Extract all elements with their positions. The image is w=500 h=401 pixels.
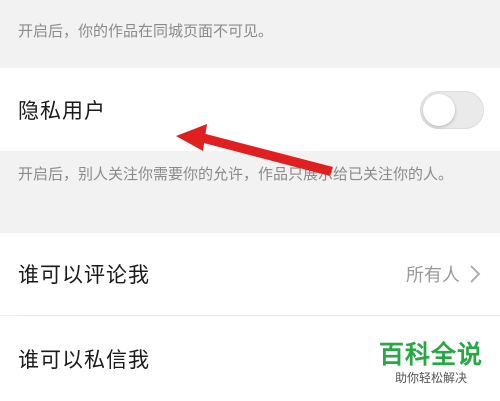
watermark-title: 百科全说	[378, 340, 483, 369]
watermark-logo: 百科全说 助你轻松解决	[376, 340, 486, 386]
who-can-comment-value-group: 所有人	[406, 261, 482, 287]
watermark-subtitle: 助你轻松解决	[394, 371, 467, 385]
chevron-right-icon	[470, 265, 481, 283]
same-city-hint: 开启后，你的作品在同城页面不可见。	[0, 0, 500, 68]
who-can-comment-label: 谁可以评论我	[18, 263, 150, 287]
who-can-comment-value: 所有人	[406, 265, 460, 286]
private-user-toggle[interactable]	[420, 90, 484, 129]
who-can-comment-row[interactable]: 谁可以评论我 所有人	[0, 233, 500, 315]
toggle-knob	[423, 93, 455, 126]
private-user-label: 隐私用户	[18, 98, 106, 123]
private-user-row: 隐私用户	[0, 68, 500, 151]
private-user-hint: 开启后，别人关注你需要你的允许，作品只展示给已关注你的人。	[0, 151, 500, 233]
who-can-message-label: 谁可以私信我	[18, 347, 150, 372]
